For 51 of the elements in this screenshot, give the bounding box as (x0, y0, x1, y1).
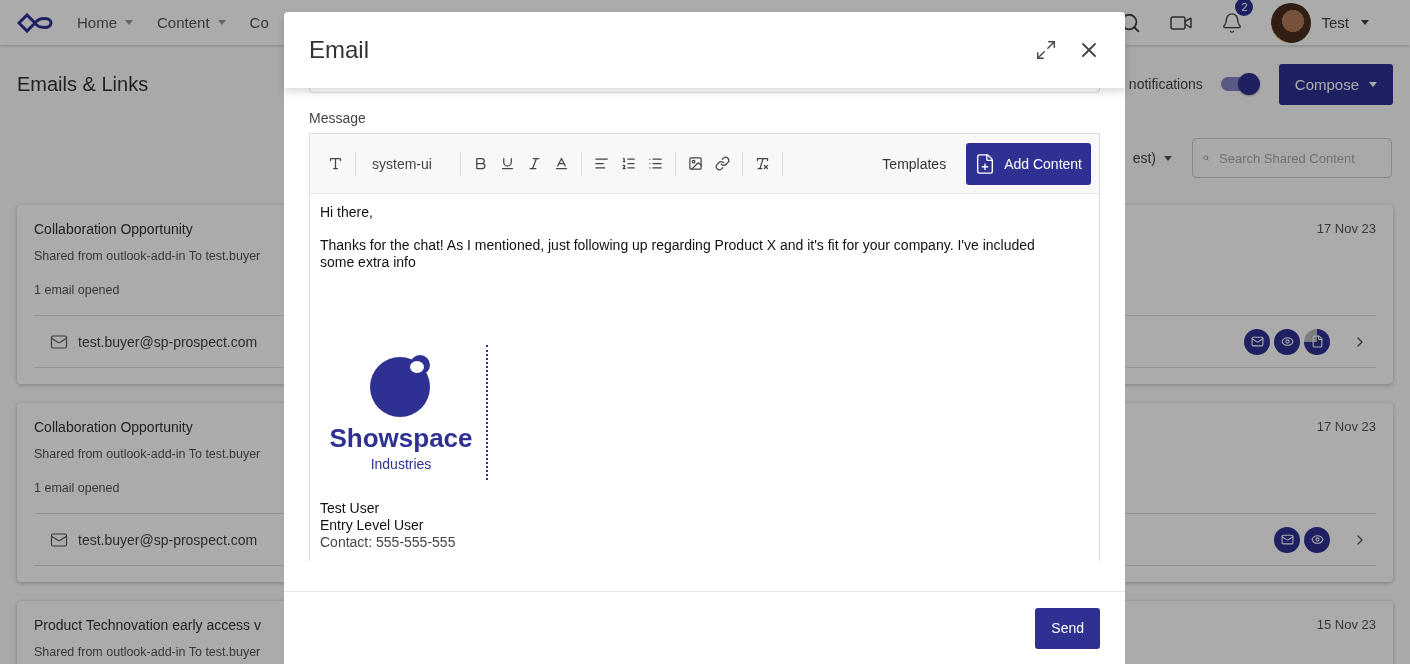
bell-icon[interactable] (1221, 11, 1244, 34)
expand-icon[interactable] (1035, 39, 1057, 61)
mail-badge-icon (1244, 328, 1270, 355)
mail-badge-icon (1274, 526, 1300, 553)
logo-icon[interactable] (17, 12, 53, 33)
file-badge-icon (1304, 328, 1330, 355)
font-dropdown[interactable]: system-ui (362, 155, 454, 172)
caret-icon[interactable] (217, 20, 226, 25)
mail-icon (50, 332, 68, 351)
card-date: 15 Nov 23 (1316, 616, 1376, 634)
signature-line: Entry Level User (320, 517, 425, 534)
send-button[interactable]: Send (1035, 607, 1100, 649)
notifications-label: notifications (1128, 76, 1203, 92)
card-subtitle: Shared from outlook-add-in To test.buyer (34, 446, 261, 463)
signature-line: Contact: 555-555-555 (320, 534, 457, 551)
eye-badge-icon (1304, 526, 1330, 553)
card-title: Collaboration Opportunity (34, 418, 193, 437)
message-label: Message (309, 109, 367, 127)
message-paragraph: Thanks for the chat! As I mentioned, just following up regarding Product X and it's fit for your company. I've included some extra info (320, 237, 1036, 271)
mail-icon (50, 530, 68, 549)
nav-link[interactable]: Home (77, 14, 133, 31)
company-logo-icon (370, 355, 432, 417)
page-title: Emails & Links (17, 72, 149, 96)
add-content-button[interactable]: Add Content (966, 142, 1091, 185)
card-stat: 1 email opened (34, 480, 121, 497)
nav-link[interactable]: Co (249, 14, 269, 31)
caret-icon[interactable] (125, 20, 133, 25)
toggle-knob[interactable] (1237, 73, 1260, 95)
card-subtitle: Shared from outlook-add-in To test.buyer (34, 248, 261, 265)
recipient-email: test.buyer@sp-prospect.com (78, 531, 258, 548)
card-date: 17 Nov 23 (1316, 418, 1376, 436)
templates-button[interactable]: Templates (876, 154, 953, 173)
sort-dropdown[interactable]: est) (1132, 150, 1172, 166)
avatar[interactable] (1271, 2, 1312, 43)
message-editor[interactable] (309, 133, 1100, 561)
company-name: Showspace (329, 423, 473, 453)
nav-link[interactable]: Content (157, 14, 226, 31)
signature-line: Test User (320, 500, 381, 517)
eye-badge-icon (1274, 328, 1300, 355)
compose-button[interactable]: Compose (1278, 63, 1393, 105)
card-title: Collaboration Opportunity (34, 220, 193, 239)
card-date: 17 Nov 23 (1316, 220, 1376, 238)
user-menu[interactable]: Test (1321, 14, 1369, 31)
card-title: Product Technovation early access v (34, 616, 261, 635)
dialog-title: Email (309, 36, 370, 64)
message-paragraph: Hi there, (320, 204, 374, 221)
card-stat: 1 email opened (34, 282, 121, 299)
recipient-email: test.buyer@sp-prospect.com (78, 333, 258, 350)
card-subtitle: Shared from outlook-add-in To test.buyer (34, 644, 261, 661)
notification-count: 2 (1235, 0, 1254, 16)
company-division: Industries (370, 455, 432, 473)
